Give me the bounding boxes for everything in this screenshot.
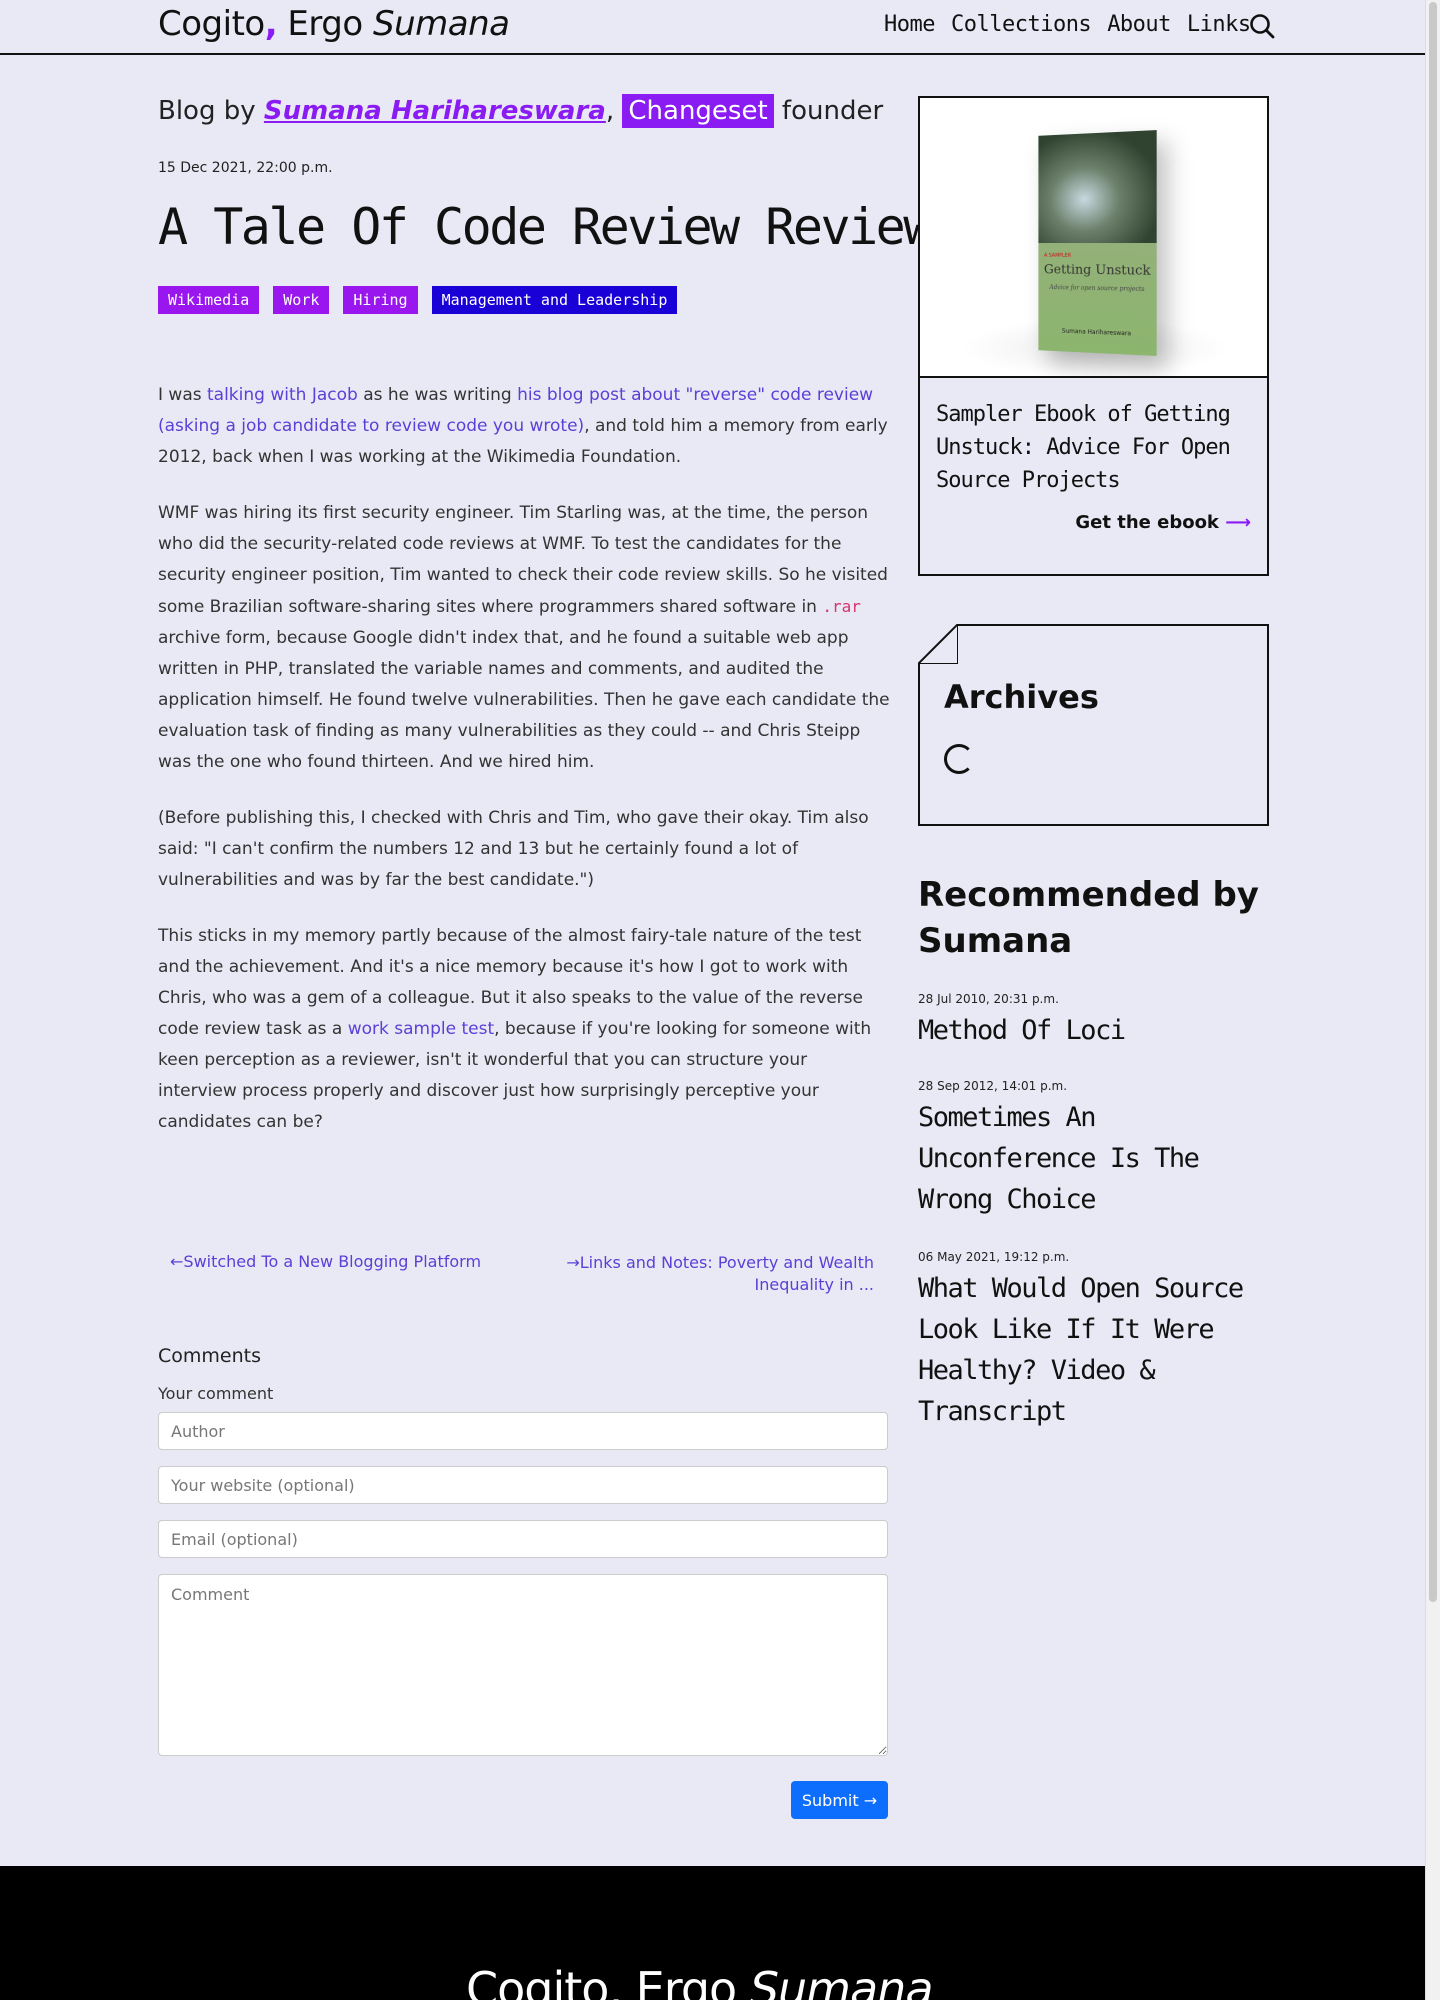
- recommended-link[interactable]: Method Of Loci: [918, 1010, 1278, 1051]
- author-link[interactable]: Sumana Harihareswara: [264, 96, 606, 126]
- talking-with-jacob-link[interactable]: talking with Jacob: [207, 385, 358, 405]
- site-footer: Cogito, Ergo Sumana: [0, 1866, 1425, 2000]
- submit-button[interactable]: Submit →: [791, 1781, 888, 1819]
- recommended-title: Recommended by Sumana: [918, 875, 1259, 961]
- byline-sep: ,: [605, 96, 623, 126]
- brand-sumana: Sumana: [373, 4, 510, 44]
- tag-work[interactable]: Work: [273, 286, 330, 314]
- post-date: 15 Dec 2021, 22:00 p.m.: [158, 160, 333, 176]
- recommended-link[interactable]: Sometimes An Unconference Is The Wrong C…: [918, 1097, 1278, 1220]
- recommended-item: 28 Jul 2010, 20:31 p.m. Method Of Loci: [918, 992, 1278, 1051]
- paragraph-4: This sticks in my memory partly because …: [158, 921, 890, 1138]
- comment-textarea[interactable]: [158, 1574, 888, 1756]
- main-nav: Home Collections About Links: [884, 12, 1251, 37]
- tag-hiring[interactable]: Hiring: [343, 286, 418, 314]
- nav-home-link[interactable]: Home: [884, 12, 935, 37]
- footer-brand-sumana: Sumana: [749, 1962, 934, 2000]
- arrow-right-icon: ⟶: [1225, 512, 1251, 533]
- book-cover-title: Getting Unstuck: [1043, 262, 1151, 279]
- book-cover-tag: A SAMPLER: [1044, 252, 1072, 259]
- blog-byline: Blog by Sumana Harihareswara, Changeset …: [158, 94, 884, 128]
- next-post-link[interactable]: →Links and Notes: Poverty and Wealth Ine…: [564, 1252, 874, 1296]
- arrow-right-icon: →: [863, 1790, 878, 1810]
- p2-text-2: archive form, because Google didn't inde…: [158, 628, 890, 772]
- p1-text-2: as he was writing: [357, 385, 518, 405]
- recommended-date: 28 Sep 2012, 14:01 p.m.: [918, 1079, 1068, 1093]
- tag-management-leadership[interactable]: Management and Leadership: [431, 286, 678, 314]
- comments-heading: Comments: [158, 1345, 261, 1367]
- tag-wikimedia[interactable]: Wikimedia: [158, 286, 260, 314]
- post-tags: Wikimedia Work Hiring Management and Lea…: [158, 286, 678, 314]
- website-input[interactable]: [158, 1466, 888, 1504]
- submit-label: Submit: [801, 1790, 859, 1810]
- next-post-label: Links and Notes: Poverty and Wealth Ineq…: [579, 1253, 874, 1294]
- p2-text-1: WMF was hiring its first security engine…: [158, 503, 888, 617]
- paragraph-2: WMF was hiring its first security engine…: [158, 498, 890, 778]
- post-body: I was talking with Jacob as he was writi…: [158, 380, 890, 1163]
- site-brand-link[interactable]: Cogito, Ergo Sumana: [158, 4, 510, 44]
- byline-prefix: Blog by: [158, 96, 264, 126]
- arrow-left-icon: ←: [170, 1252, 184, 1271]
- footer-brand[interactable]: Cogito, Ergo Sumana: [466, 1962, 934, 2000]
- footer-brand-text: Cogito, Ergo: [466, 1962, 750, 2000]
- archives-card: Archives: [918, 624, 1269, 826]
- brand-cogito: Cogito: [158, 4, 265, 44]
- brand-comma: ,: [264, 4, 278, 44]
- archives-title: Archives: [944, 678, 1099, 716]
- ebook-cover[interactable]: A SAMPLER Getting Unstuck Advice for ope…: [920, 98, 1267, 378]
- author-input[interactable]: [158, 1412, 888, 1450]
- p1-text-1: I was: [158, 385, 207, 405]
- paragraph-3: (Before publishing this, I checked with …: [158, 808, 869, 890]
- nav-about-link[interactable]: About: [1107, 12, 1171, 37]
- ebook-title: Sampler Ebook of Getting Unstuck: Advice…: [936, 402, 1231, 493]
- changeset-link[interactable]: Changeset: [622, 94, 774, 128]
- book-cover-author: Sumana Harihareswara: [1061, 327, 1132, 338]
- loading-spinner-icon: [944, 744, 974, 774]
- ebook-card[interactable]: A SAMPLER Getting Unstuck Advice for ope…: [918, 96, 1269, 576]
- get-ebook-link[interactable]: Get the ebook ⟶: [1075, 512, 1251, 533]
- post-navigation: ←Switched To a New Blogging Platform →Li…: [158, 1252, 890, 1302]
- site-header: Cogito, Ergo Sumana Home Collections Abo…: [0, 0, 1425, 55]
- email-input[interactable]: [158, 1520, 888, 1558]
- page-scrollbar[interactable]: [1425, 0, 1440, 2000]
- previous-post-label: Switched To a New Blogging Platform: [183, 1252, 482, 1271]
- book-cover-image: A SAMPLER Getting Unstuck Advice for ope…: [1038, 130, 1157, 356]
- recommended-link[interactable]: What Would Open Source Look Like If It W…: [918, 1268, 1278, 1432]
- post-title: A Tale Of Code Review Review: [158, 198, 933, 256]
- recommended-date: 28 Jul 2010, 20:31 p.m.: [918, 992, 1059, 1006]
- byline-suffix: founder: [773, 96, 884, 126]
- recommended-item: 28 Sep 2012, 14:01 p.m. Sometimes An Unc…: [918, 1079, 1278, 1220]
- scrollbar-thumb[interactable]: [1429, 2, 1437, 1602]
- comments-subheading: Your comment: [158, 1384, 274, 1403]
- recommended-item: 06 May 2021, 19:12 p.m. What Would Open …: [918, 1250, 1278, 1432]
- folded-corner-icon: [918, 624, 958, 664]
- nav-links-link[interactable]: Links: [1187, 12, 1251, 37]
- get-ebook-label: Get the ebook: [1075, 512, 1219, 533]
- paragraph-1: I was talking with Jacob as he was writi…: [158, 380, 890, 473]
- previous-post-link[interactable]: ←Switched To a New Blogging Platform: [170, 1252, 481, 1271]
- rar-code: .rar: [822, 597, 861, 616]
- recommended-date: 06 May 2021, 19:12 p.m.: [918, 1250, 1070, 1264]
- nav-collections-link[interactable]: Collections: [951, 12, 1092, 37]
- arrow-right-icon: →: [566, 1253, 580, 1272]
- book-cover-subtitle: Advice for open source projects: [1049, 284, 1145, 294]
- search-icon[interactable]: [1248, 12, 1276, 40]
- brand-ergo: Ergo: [277, 4, 373, 44]
- work-sample-test-link[interactable]: work sample test: [348, 1019, 494, 1039]
- book-cover-photo: [1038, 130, 1157, 243]
